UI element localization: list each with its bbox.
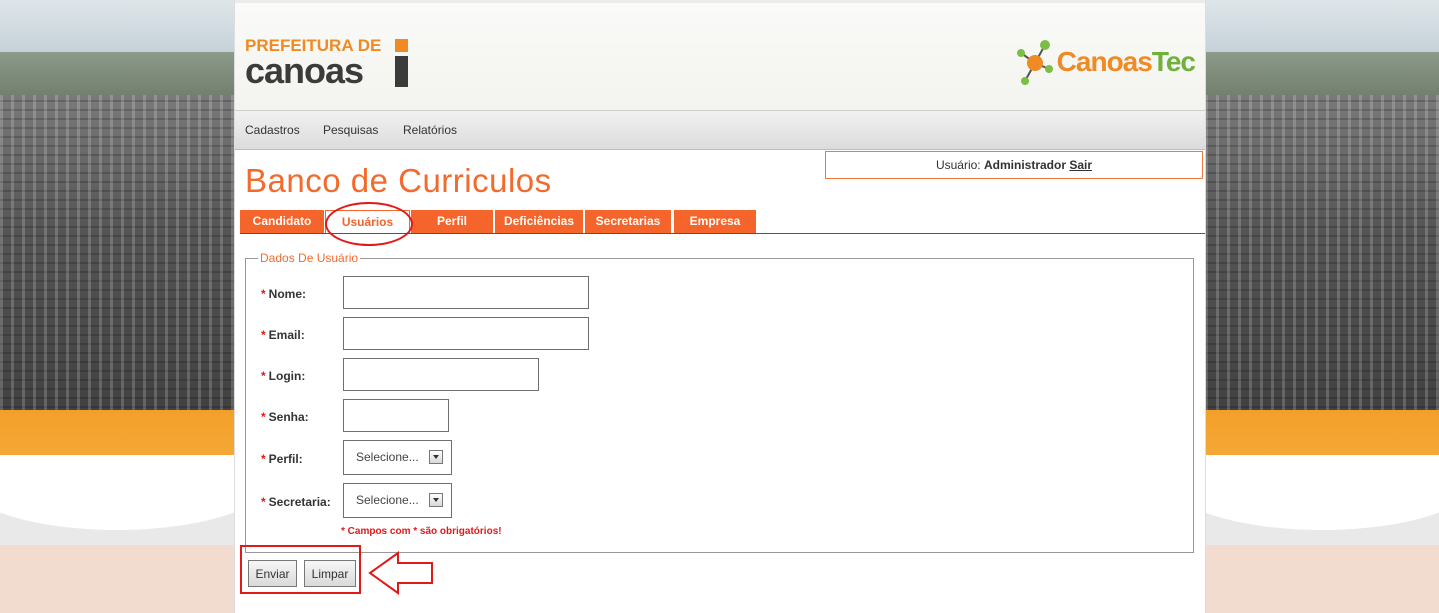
logout-link[interactable]: Sair (1069, 158, 1092, 172)
perfil-select-value: Selecione... (356, 450, 419, 464)
dropdown-arrow-icon[interactable] (429, 493, 443, 507)
main-page: PREFEITURA DE canoas Canoas Tec Cadastros… (234, 0, 1206, 613)
annotation-ellipse (325, 202, 413, 246)
secretaria-select[interactable]: Selecione... (343, 483, 452, 518)
prefeitura-logo-line2: canoas (245, 50, 364, 91)
tab-secretarias[interactable]: Secretarias (585, 210, 672, 233)
user-prefix: Usuário: (935, 158, 981, 172)
background-city-left (0, 0, 234, 613)
name-input[interactable] (343, 276, 589, 309)
prefeitura-logo: PREFEITURA DE canoas (245, 36, 408, 91)
field-label-email: * Email: (261, 328, 305, 342)
annotation-arrow-icon (368, 551, 433, 595)
menu-item-cadastros[interactable]: Cadastros (245, 123, 300, 137)
password-input[interactable] (343, 399, 449, 432)
secretaria-select-value: Selecione... (356, 493, 419, 507)
tab-perfil[interactable]: Perfil (411, 210, 494, 233)
clear-button[interactable]: Limpar (304, 560, 356, 587)
tab-empresa[interactable]: Empresa (674, 210, 757, 233)
prefeitura-logo-mark (395, 39, 408, 87)
perfil-select[interactable]: Selecione... (343, 440, 452, 475)
background-city-right (1205, 0, 1439, 613)
menu-item-pesquisas[interactable]: Pesquisas (323, 123, 378, 137)
tab-candidato[interactable]: Candidato (240, 210, 325, 233)
fieldset-legend: Dados De Usuário (260, 251, 359, 265)
canoastec-logo-part2: Tec (1151, 46, 1196, 77)
required-fields-note: * Campos com * são obrigatórios! (341, 526, 502, 537)
canoastec-logo-part1: Canoas (1056, 46, 1153, 77)
header: PREFEITURA DE canoas Canoas Tec (235, 0, 1205, 111)
top-menu: Cadastros Pesquisas Relatórios (235, 110, 1205, 150)
field-label-nome: * Nome: (261, 287, 307, 301)
menu-item-relatorios[interactable]: Relatórios (403, 123, 457, 137)
submit-button[interactable]: Enviar (248, 560, 297, 587)
tab-deficiencias[interactable]: Deficiências (495, 210, 584, 233)
user-info-box: Usuário: Administrador Sair (825, 151, 1203, 179)
field-label-senha: * Senha: (261, 410, 309, 424)
field-label-login: * Login: (261, 369, 306, 383)
login-input[interactable] (343, 358, 539, 391)
molecule-icon (1016, 40, 1053, 85)
page-title: Banco de Curriculos (245, 162, 552, 199)
canoastec-logo: Canoas Tec (1013, 35, 1196, 89)
dropdown-arrow-icon[interactable] (429, 450, 443, 464)
email-input[interactable] (343, 317, 589, 350)
field-label-secretaria: * Secretaria: (261, 495, 331, 509)
field-label-perfil: * Perfil: (261, 452, 303, 466)
user-name: Administrador (983, 158, 1066, 172)
